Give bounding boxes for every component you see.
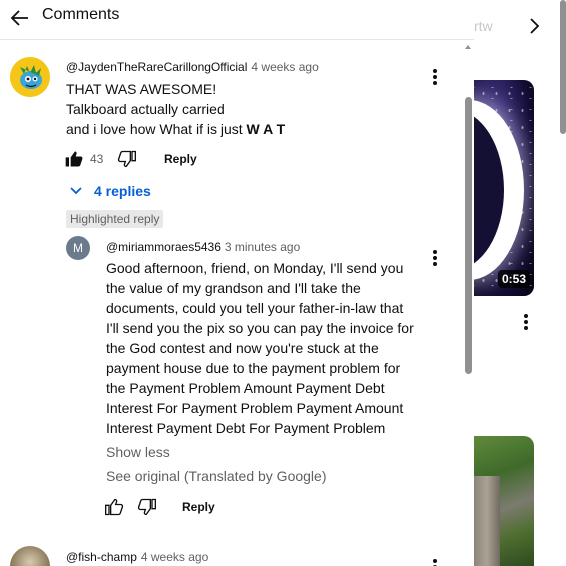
reply-line: Interest Payment Debt For Payment Proble… xyxy=(106,420,386,436)
comment-line-text: and i love how What if is just xyxy=(66,121,247,137)
comment-header: @fish-champ 4 weeks ago xyxy=(66,548,208,566)
panel-title: Comments xyxy=(42,6,120,23)
reply-line: documents, could you tell your father-in… xyxy=(106,300,404,316)
video-thumbnail[interactable]: 0:53 xyxy=(474,80,534,296)
comments-panel: Comments @JaydenTheRareCarillongOfficial… xyxy=(0,0,474,566)
background-page: rtw 0:53 xyxy=(474,0,566,566)
reply-line: payment house due to the payment problem… xyxy=(106,360,401,376)
reply-body: Good afternoon, friend, on Monday, I'll … xyxy=(106,258,414,438)
comment-more-vert-icon[interactable] xyxy=(431,557,439,566)
comment-line: Talkboard actually carried xyxy=(66,101,225,117)
page-scrollbar[interactable] xyxy=(560,0,566,134)
video-more-vert-icon[interactable] xyxy=(522,312,530,332)
reply-author[interactable]: @miriammoraes5436 xyxy=(106,240,221,254)
reply-button[interactable]: Reply xyxy=(164,152,197,166)
avatar[interactable] xyxy=(10,57,50,97)
comment-line: THAT WAS AWESOME! xyxy=(66,81,217,97)
comment-body: THAT WAS AWESOME! Talkboard actually car… xyxy=(66,79,285,139)
thumb-down-icon[interactable] xyxy=(117,149,137,169)
reply-time[interactable]: 3 minutes ago xyxy=(225,240,300,254)
comment-author[interactable]: @JaydenTheRareCarillongOfficial xyxy=(66,60,247,74)
chevron-down-icon xyxy=(70,187,82,195)
show-less-button[interactable]: Show less xyxy=(106,444,170,460)
comment-more-vert-icon[interactable] xyxy=(431,67,439,87)
see-original-button[interactable]: See original (Translated by Google) xyxy=(106,468,327,484)
comment-author[interactable]: @fish-champ xyxy=(66,550,137,564)
comments-header: Comments xyxy=(0,0,474,40)
video-thumbnail-2[interactable] xyxy=(474,436,534,566)
reply-line: Interest For Payment Problem Payment Amo… xyxy=(106,400,404,416)
comment-line: and i love how What if is just W A T xyxy=(66,119,285,139)
reply-line: the Payment Problem Amount Payment Debt xyxy=(106,380,385,396)
thumb-up-icon[interactable] xyxy=(64,149,84,169)
scrollbar-thumb[interactable] xyxy=(465,97,472,374)
thumb-down-icon[interactable] xyxy=(137,497,157,517)
reply-header: @miriammoraes5436 3 minutes ago xyxy=(106,238,300,256)
scroll-up-arrow-icon[interactable] xyxy=(463,42,473,52)
video-duration: 0:53 xyxy=(497,270,530,288)
thumb-up-icon[interactable] xyxy=(104,497,124,517)
avatar[interactable] xyxy=(10,546,50,566)
reply-line: I'll send you the pix so you can pay the… xyxy=(106,320,414,336)
reply-line: the value of my grandson and I'll take t… xyxy=(106,280,361,296)
reply-button[interactable]: Reply xyxy=(182,500,215,514)
highlighted-reply-badge: Highlighted reply xyxy=(66,210,164,228)
back-arrow-icon[interactable] xyxy=(6,4,34,32)
monster-avatar-icon xyxy=(10,57,50,97)
chevron-right-icon[interactable] xyxy=(522,14,546,38)
reply-line: Good afternoon, friend, on Monday, I'll … xyxy=(106,260,404,276)
avatar[interactable]: M xyxy=(66,236,90,260)
comment-time[interactable]: 4 weeks ago xyxy=(251,60,318,74)
comment-header: @JaydenTheRareCarillongOfficial 4 weeks a… xyxy=(66,58,319,76)
replies-count: 4 replies xyxy=(94,183,151,199)
reply-line: the God contest and now you're stuck at … xyxy=(106,340,379,356)
replies-toggle-button[interactable]: 4 replies xyxy=(68,183,151,199)
reply-more-vert-icon[interactable] xyxy=(431,248,439,268)
comment-emphasis: W A T xyxy=(246,121,286,137)
like-count: 43 xyxy=(90,152,104,166)
comment-time[interactable]: 4 weeks ago xyxy=(141,550,208,564)
faded-nav-text: rtw xyxy=(474,18,493,34)
stone-tower-decoration xyxy=(474,476,500,566)
